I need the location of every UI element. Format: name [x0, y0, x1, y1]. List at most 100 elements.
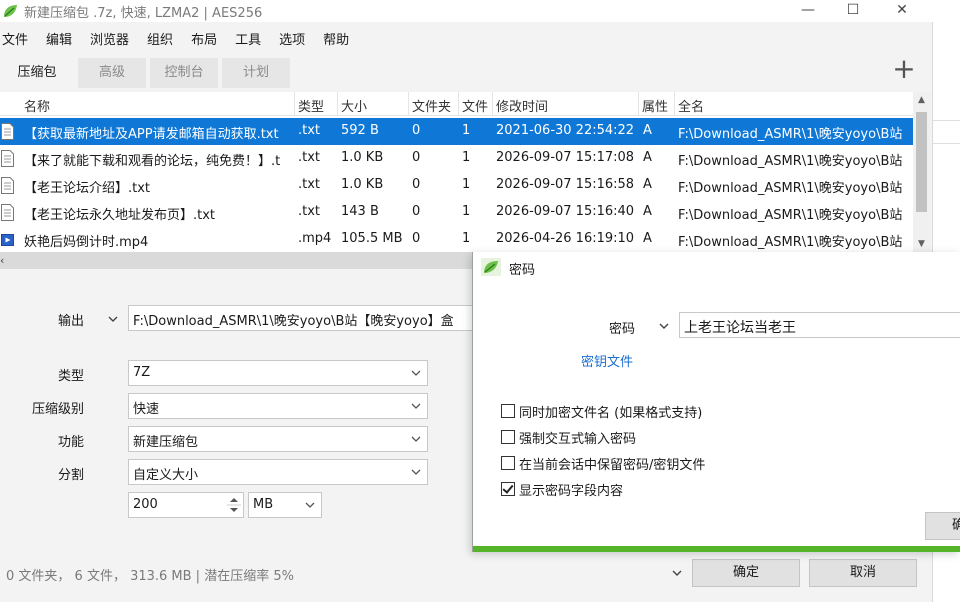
scroll-up-icon[interactable]: ▲: [913, 92, 930, 108]
file-modified: 2026-09-07 15:17:08: [496, 150, 635, 165]
close-button[interactable]: ✕: [879, 0, 925, 22]
menu-layout[interactable]: 布局: [191, 26, 217, 48]
menu-file[interactable]: 文件: [2, 26, 28, 48]
level-label: 压缩级别: [32, 402, 85, 417]
output-path-field[interactable]: F:\Download_ASMR\1\晚安yoyo\B站【晚安yoyo】盒: [128, 305, 488, 331]
text-file-icon: [1, 204, 14, 221]
column-fullname[interactable]: 全名: [678, 96, 704, 115]
file-size: 592 B: [341, 123, 379, 138]
split-size-input[interactable]: 200: [128, 492, 244, 518]
maximize-button[interactable]: ☐: [830, 0, 876, 22]
chevron-down-icon: [305, 502, 315, 508]
dialog-ok-button[interactable]: 确: [925, 512, 960, 540]
file-count: 1: [462, 123, 471, 138]
keyfile-link[interactable]: 密钥文件: [581, 351, 633, 370]
column-header-row: 名称 类型 大小 文件夹 文件 修改时间 属性 全名: [0, 92, 913, 116]
column-size[interactable]: 大小: [341, 96, 367, 115]
chevron-down-icon[interactable]: [106, 312, 120, 326]
file-row[interactable]: 【老王论坛介绍】.txt .txt 1.0 KB 0 1 2026-09-07 …: [0, 172, 913, 199]
file-count: 1: [462, 231, 471, 246]
scroll-left-icon[interactable]: ‹: [0, 252, 12, 269]
show-password-label: 显示密码字段内容: [519, 484, 624, 499]
menu-bar: 文件 编辑 浏览器 组织 布局 工具 选项 帮助: [0, 26, 367, 48]
file-count: 1: [462, 150, 471, 165]
password-input[interactable]: 上老王论坛当老王: [679, 312, 960, 338]
split-value: 自定义大小: [133, 468, 199, 483]
split-label: 分割: [58, 468, 85, 483]
file-fullname: F:\Download_ASMR\1\晚安yoyo\B站: [678, 154, 903, 169]
tab-console[interactable]: 控制台: [150, 58, 218, 88]
split-unit-select[interactable]: MB: [248, 492, 322, 518]
tab-advanced[interactable]: 高级: [78, 58, 146, 88]
file-attr: A: [643, 177, 652, 192]
ok-button[interactable]: 确定: [692, 559, 800, 587]
scroll-thumb[interactable]: [916, 112, 927, 212]
output-path-value: F:\Download_ASMR\1\晚安yoyo\B站【晚安yoyo】盒: [133, 314, 454, 329]
status-text: 0 文件夹， 6 文件， 313.6 MB | 潜在压缩率 5%: [6, 569, 294, 584]
level-value: 快速: [133, 402, 160, 417]
keep-password-checkbox[interactable]: [501, 456, 515, 470]
spinner-arrows-icon[interactable]: [227, 494, 241, 516]
add-icon[interactable]: +: [890, 55, 918, 84]
window-title: 新建压缩包 .7z, 快速, LZMA2 | AES256: [24, 6, 263, 21]
file-row[interactable]: 妖艳后妈倒计时.mp4 .mp4 105.5 MB 0 1 2026-04-26…: [0, 226, 913, 253]
menu-edit[interactable]: 编辑: [46, 26, 72, 48]
type-select[interactable]: 7Z: [128, 360, 428, 386]
file-name: 【来了就能下载和观看的论坛，纯免费！】.t: [24, 154, 281, 169]
scroll-down-icon[interactable]: ▼: [913, 236, 930, 252]
show-password-checkbox[interactable]: [501, 482, 515, 496]
tab-schedule[interactable]: 计划: [222, 58, 290, 88]
encrypt-filenames-checkbox[interactable]: [501, 404, 515, 418]
file-attr: A: [643, 204, 652, 219]
file-folders: 0: [412, 123, 421, 138]
function-select[interactable]: 新建压缩包: [128, 426, 428, 452]
file-name: 【老王论坛介绍】.txt: [24, 181, 151, 196]
column-type[interactable]: 类型: [298, 96, 324, 115]
file-attr: A: [643, 123, 652, 138]
file-type: .txt: [298, 123, 321, 138]
column-attributes[interactable]: 属性: [642, 96, 668, 115]
type-label: 类型: [58, 369, 85, 384]
split-select[interactable]: 自定义大小: [128, 459, 428, 485]
menu-tools[interactable]: 工具: [235, 26, 261, 48]
split-unit-value: MB: [253, 497, 274, 512]
file-folders: 0: [412, 177, 421, 192]
compression-level-select[interactable]: 快速: [128, 393, 428, 419]
encrypt-filenames-label: 同时加密文件名 (如果格式支持): [519, 406, 703, 421]
file-type: .txt: [298, 204, 321, 219]
file-modified: 2021-06-30 22:54:22: [496, 123, 635, 138]
column-files[interactable]: 文件: [462, 96, 488, 115]
chevron-down-icon[interactable]: [657, 319, 671, 333]
menu-organize[interactable]: 组织: [147, 26, 173, 48]
file-fullname: F:\Download_ASMR\1\晚安yoyo\B站: [678, 235, 903, 250]
file-count: 1: [462, 177, 471, 192]
file-size: 105.5 MB: [341, 231, 403, 246]
file-modified: 2026-09-07 15:16:58: [496, 177, 635, 192]
interactive-password-checkbox[interactable]: [501, 430, 515, 444]
title-bar: 新建压缩包 .7z, 快速, LZMA2 | AES256 — ☐ ✕: [0, 0, 933, 22]
menu-browser[interactable]: 浏览器: [90, 26, 129, 48]
tab-archive[interactable]: 压缩包: [0, 58, 74, 88]
file-folders: 0: [412, 231, 421, 246]
cancel-button[interactable]: 取消: [809, 559, 917, 587]
interactive-password-label: 强制交互式输入密码: [519, 432, 637, 447]
vertical-scrollbar[interactable]: ▲ ▼: [913, 92, 930, 252]
tab-bar: 压缩包 高级 控制台 计划: [0, 58, 294, 88]
file-row[interactable]: 【获取最新地址及APP请发邮箱自动获取.txt .txt 592 B 0 1 2…: [0, 118, 913, 145]
password-value: 上老王论坛当老王: [684, 320, 796, 336]
file-row[interactable]: 【老王论坛永久地址发布页】.txt .txt 143 B 0 1 2026-09…: [0, 199, 913, 226]
menu-options[interactable]: 选项: [279, 26, 305, 48]
file-fullname: F:\Download_ASMR\1\晚安yoyo\B站: [678, 208, 903, 223]
chevron-down-icon[interactable]: [670, 566, 684, 580]
column-folders[interactable]: 文件夹: [412, 96, 451, 115]
column-modified[interactable]: 修改时间: [496, 96, 548, 115]
keep-password-label: 在当前会话中保留密码/密钥文件: [519, 458, 706, 473]
file-size: 1.0 KB: [341, 150, 384, 165]
function-label: 功能: [58, 435, 85, 450]
chevron-down-icon: [411, 403, 421, 409]
file-row[interactable]: 【来了就能下载和观看的论坛，纯免费！】.t .txt 1.0 KB 0 1 20…: [0, 145, 913, 172]
menu-help[interactable]: 帮助: [323, 26, 349, 48]
minimize-button[interactable]: —: [785, 0, 831, 22]
file-type: .txt: [298, 177, 321, 192]
column-name[interactable]: 名称: [24, 96, 50, 115]
